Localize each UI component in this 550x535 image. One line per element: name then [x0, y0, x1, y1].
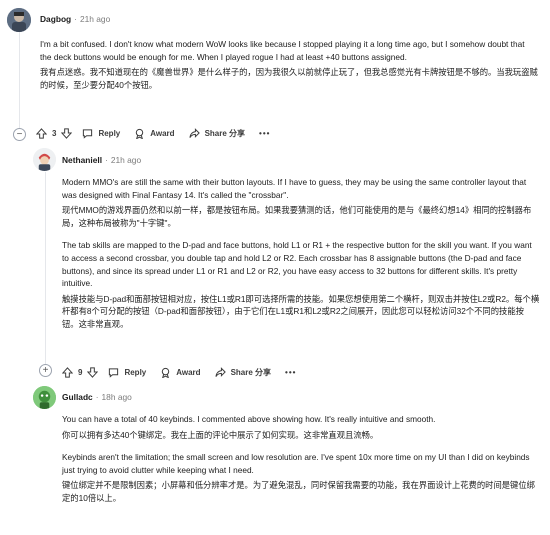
share-label: Share 分享 — [204, 129, 246, 138]
collapse-button[interactable]: − — [13, 128, 26, 141]
reply-button[interactable]: Reply — [82, 128, 120, 139]
thread-line-reply — [45, 172, 46, 372]
vote-count: 9 — [78, 368, 83, 377]
thread-line-main — [19, 32, 20, 132]
downvote-icon[interactable] — [87, 367, 99, 378]
comment-meta: Nethaniell · 21h ago — [62, 155, 141, 165]
action-bar: 3 Reply Award Share 分享 ••• — [36, 128, 270, 139]
upvote-icon[interactable] — [62, 367, 73, 378]
comment-body: I'm a bit confused. I don't know what mo… — [40, 38, 538, 91]
separator-dot: · — [74, 14, 77, 24]
action-bar: 9 Reply Award Share 分享 ••• — [62, 367, 296, 378]
award-label: Award — [176, 368, 201, 377]
award-button[interactable]: Award — [160, 367, 201, 378]
comment-text-zh: 现代MMO的游戏界面仍然和以前一样，都是按钮布局。如果我要猜测的话，他们可能使用… — [62, 205, 532, 228]
comment-body: You can have a total of 40 keybinds. I c… — [62, 413, 540, 505]
share-label: Share 分享 — [230, 368, 272, 377]
share-button[interactable]: Share 分享 — [214, 367, 272, 378]
award-label: Award — [150, 129, 175, 138]
comment-text-en: Modern MMO's are still the same with the… — [62, 177, 527, 200]
upvote-icon[interactable] — [36, 128, 47, 139]
award-icon — [160, 367, 171, 378]
vote-group: 3 — [36, 128, 73, 139]
reply-label: Reply — [98, 129, 121, 138]
reply-label: Reply — [124, 368, 147, 377]
avatar-image — [33, 386, 56, 409]
more-icon[interactable]: ••• — [259, 129, 270, 138]
comment-meta: Gulladc · 18h ago — [62, 392, 132, 402]
comment-text-en: Keybinds aren't the limitation; the smal… — [62, 452, 530, 475]
timestamp: 18h ago — [101, 392, 132, 402]
avatar[interactable] — [7, 8, 31, 32]
comment-icon — [108, 367, 119, 378]
avatar-image — [33, 148, 56, 171]
vote-group: 9 — [62, 367, 99, 378]
award-button[interactable]: Award — [134, 128, 175, 139]
comment-text-zh: 我有点迷惑。我不知道现在的《魔兽世界》是什么样子的，因为我很久以前就停止玩了，但… — [40, 67, 538, 90]
avatar[interactable] — [33, 386, 56, 409]
avatar-image — [7, 8, 31, 32]
comment-icon — [82, 128, 93, 139]
separator-dot: · — [105, 155, 108, 165]
comment-text-en: The tab skills are mapped to the D-pad a… — [62, 240, 532, 289]
expand-button[interactable]: + — [39, 364, 52, 377]
separator-dot: · — [95, 392, 99, 402]
comment-text-zh: 触摸技能与D-pad和面部按钮相对应，按住L1或R1即可选择所需的技能。如果您想… — [62, 293, 540, 329]
comment-text-zh: 你可以拥有多达40个键绑定。我在上面的评论中展示了如何实现。这非常直观且流畅。 — [62, 429, 379, 440]
comment-meta: Dagbog · 21h ago — [40, 14, 110, 24]
share-icon — [188, 128, 200, 139]
more-icon[interactable]: ••• — [285, 368, 296, 377]
timestamp: 21h ago — [110, 155, 142, 165]
share-icon — [214, 367, 226, 378]
comment-text-en: You can have a total of 40 keybinds. I c… — [62, 414, 436, 424]
username[interactable]: Nethaniell — [62, 155, 102, 165]
comment-body: Modern MMO's are still the same with the… — [62, 176, 540, 331]
collapse-icon: − — [16, 128, 23, 140]
award-icon — [134, 128, 145, 139]
share-button[interactable]: Share 分享 — [188, 128, 246, 139]
username[interactable]: Gulladc — [62, 392, 93, 402]
vote-count: 3 — [52, 129, 57, 138]
avatar[interactable] — [33, 148, 56, 171]
downvote-icon[interactable] — [61, 128, 73, 139]
comment-text-en: I'm a bit confused. I don't know what mo… — [40, 39, 525, 62]
reply-button[interactable]: Reply — [108, 367, 146, 378]
username[interactable]: Dagbog — [40, 14, 71, 24]
expand-icon: + — [42, 364, 49, 376]
comment-text-zh: 键位绑定并不是限制因素；小屏幕和低分辨率才是。为了避免混乱，同时保留我需要的功能… — [62, 480, 535, 503]
timestamp: 21h ago — [79, 14, 111, 24]
